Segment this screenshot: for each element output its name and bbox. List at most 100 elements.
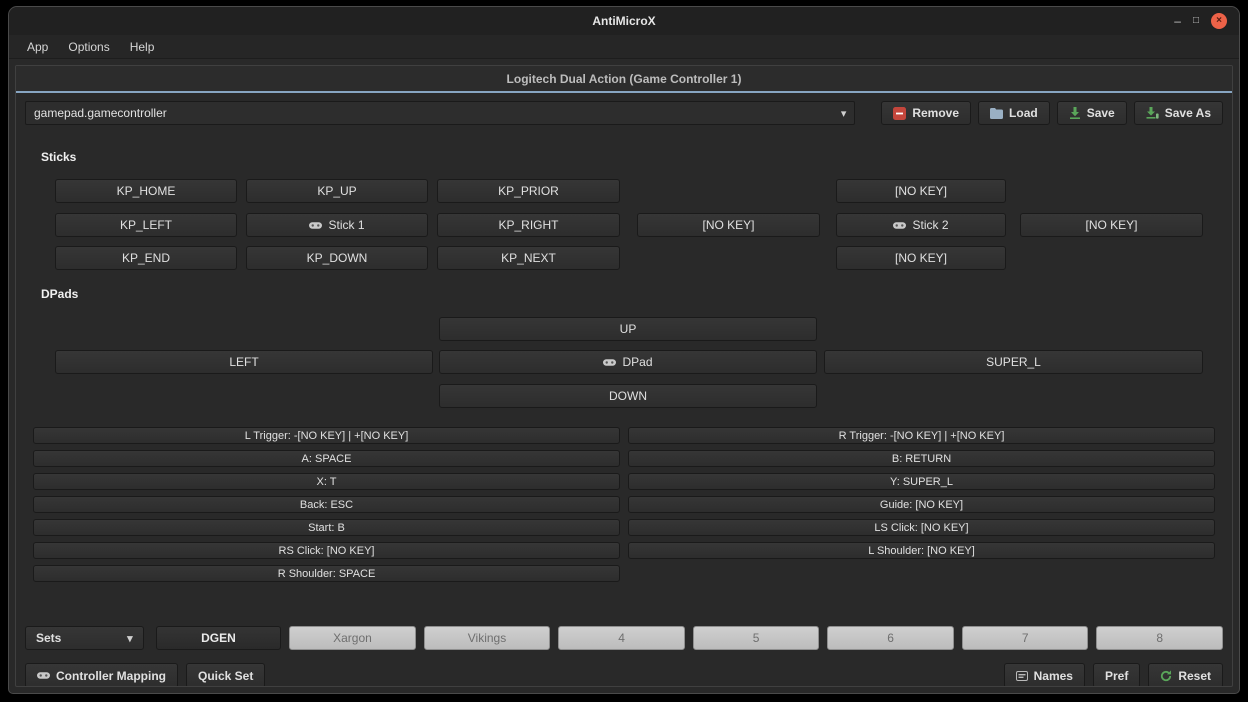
stick2-down-button[interactable]: [NO KEY] bbox=[836, 246, 1006, 270]
l-trigger-button[interactable]: L Trigger: -[NO KEY] | +[NO KEY] bbox=[33, 427, 620, 444]
footer-row: Controller Mapping Quick Set Names Pref … bbox=[25, 663, 1223, 687]
gamepad-icon bbox=[309, 221, 322, 230]
names-label: Names bbox=[1034, 669, 1073, 683]
save-as-button[interactable]: Save As bbox=[1134, 101, 1223, 125]
mapping-column-right: R Trigger: -[NO KEY] | +[NO KEY] B: RETU… bbox=[628, 427, 1215, 588]
l-shoulder-button[interactable]: L Shoulder: [NO KEY] bbox=[628, 542, 1215, 559]
dpad-right-button[interactable]: SUPER_L bbox=[824, 350, 1203, 374]
sticks-heading: Sticks bbox=[41, 150, 1232, 164]
chevron-down-icon: ▾ bbox=[841, 107, 847, 120]
menu-help[interactable]: Help bbox=[120, 35, 165, 58]
menu-options[interactable]: Options bbox=[58, 35, 119, 58]
remove-button[interactable]: Remove bbox=[881, 101, 971, 125]
profile-row: gamepad.gamecontroller ▾ Remove Load Sav… bbox=[25, 101, 1223, 125]
stick2-center-button[interactable]: Stick 2 bbox=[836, 213, 1006, 237]
save-as-label: Save As bbox=[1165, 106, 1211, 120]
controller-mapping-button[interactable]: Controller Mapping bbox=[25, 663, 178, 687]
reset-icon bbox=[1160, 670, 1172, 682]
y-button[interactable]: Y: SUPER_L bbox=[628, 473, 1215, 490]
rs-click-button[interactable]: RS Click: [NO KEY] bbox=[33, 542, 620, 559]
set-tab-8[interactable]: 8 bbox=[1096, 626, 1223, 650]
a-button[interactable]: A: SPACE bbox=[33, 450, 620, 467]
menu-app[interactable]: App bbox=[17, 35, 58, 58]
controller-frame: Logitech Dual Action (Game Controller 1)… bbox=[15, 65, 1233, 687]
stick1-left-button[interactable]: KP_LEFT bbox=[55, 213, 237, 237]
profile-toolbar: Remove Load Save Save As bbox=[881, 101, 1223, 125]
dpad-up-button[interactable]: UP bbox=[439, 317, 817, 341]
stick1-center-button[interactable]: Stick 1 bbox=[246, 213, 428, 237]
save-label: Save bbox=[1087, 106, 1115, 120]
button-mapping-list: L Trigger: -[NO KEY] | +[NO KEY] A: SPAC… bbox=[33, 427, 1215, 588]
remove-icon bbox=[893, 107, 906, 120]
r-shoulder-button[interactable]: R Shoulder: SPACE bbox=[33, 565, 620, 582]
names-button[interactable]: Names bbox=[1004, 663, 1085, 687]
save-button[interactable]: Save bbox=[1057, 101, 1127, 125]
folder-icon bbox=[990, 108, 1003, 119]
stick1-right-button[interactable]: KP_RIGHT bbox=[437, 213, 620, 237]
stick1-up-button[interactable]: KP_UP bbox=[246, 179, 428, 203]
dpad-center-button[interactable]: DPad bbox=[439, 350, 817, 374]
remove-label: Remove bbox=[912, 106, 959, 120]
sets-dropdown[interactable]: Sets ▾ bbox=[25, 626, 144, 650]
close-button[interactable]: × bbox=[1211, 13, 1227, 29]
gamepad-icon bbox=[603, 358, 616, 367]
x-button[interactable]: X: T bbox=[33, 473, 620, 490]
save-as-icon bbox=[1146, 107, 1159, 119]
set-tab-6[interactable]: 6 bbox=[827, 626, 954, 650]
ls-click-button[interactable]: LS Click: [NO KEY] bbox=[628, 519, 1215, 536]
b-button[interactable]: B: RETURN bbox=[628, 450, 1215, 467]
load-button[interactable]: Load bbox=[978, 101, 1050, 125]
set-tab-5[interactable]: 5 bbox=[693, 626, 820, 650]
save-icon bbox=[1069, 107, 1081, 119]
controller-mapping-label: Controller Mapping bbox=[56, 669, 166, 683]
window-controls: – □ × bbox=[1174, 13, 1227, 29]
dpads-heading: DPads bbox=[41, 287, 1232, 301]
stick1-down-button[interactable]: KP_DOWN bbox=[246, 246, 428, 270]
stick1-up-right-button[interactable]: KP_PRIOR bbox=[437, 179, 620, 203]
reset-button[interactable]: Reset bbox=[1148, 663, 1223, 687]
load-label: Load bbox=[1009, 106, 1038, 120]
sticks-area: KP_HOME KP_UP KP_PRIOR [NO KEY] KP_LEFT … bbox=[16, 179, 1232, 270]
titlebar[interactable]: AntiMicroX – □ × bbox=[9, 7, 1239, 35]
dpad-left-button[interactable]: LEFT bbox=[55, 350, 433, 374]
minimize-button[interactable]: – bbox=[1174, 13, 1181, 29]
stick2-label: Stick 2 bbox=[912, 218, 948, 232]
sets-row: Sets ▾ DGEN Xargon Vikings 4 5 6 7 8 bbox=[25, 626, 1223, 650]
stick1-label: Stick 1 bbox=[328, 218, 364, 232]
stick2-up-button[interactable]: [NO KEY] bbox=[836, 179, 1006, 203]
reset-label: Reset bbox=[1178, 669, 1211, 683]
start-button[interactable]: Start: B bbox=[33, 519, 620, 536]
menubar: App Options Help bbox=[9, 35, 1239, 59]
gamepad-icon bbox=[37, 671, 50, 680]
profile-combobox[interactable]: gamepad.gamecontroller ▾ bbox=[25, 101, 855, 125]
app-window: AntiMicroX – □ × App Options Help Logite… bbox=[8, 6, 1240, 694]
window-title: AntiMicroX bbox=[9, 14, 1239, 28]
r-trigger-button[interactable]: R Trigger: -[NO KEY] | +[NO KEY] bbox=[628, 427, 1215, 444]
gamepad-icon bbox=[893, 221, 906, 230]
sets-dropdown-label: Sets bbox=[36, 631, 61, 645]
stick1-up-left-button[interactable]: KP_HOME bbox=[55, 179, 237, 203]
set-tab-4[interactable]: 4 bbox=[558, 626, 685, 650]
stick2-right-button[interactable]: [NO KEY] bbox=[1020, 213, 1203, 237]
tab-controller[interactable]: Logitech Dual Action (Game Controller 1) bbox=[16, 66, 1232, 93]
middle-nokey-button[interactable]: [NO KEY] bbox=[637, 213, 820, 237]
mapping-column-left: L Trigger: -[NO KEY] | +[NO KEY] A: SPAC… bbox=[33, 427, 620, 588]
stick1-down-right-button[interactable]: KP_NEXT bbox=[437, 246, 620, 270]
stick1-down-left-button[interactable]: KP_END bbox=[55, 246, 237, 270]
guide-button[interactable]: Guide: [NO KEY] bbox=[628, 496, 1215, 513]
dpad-area: UP LEFT DPad SUPER_L DOWN bbox=[16, 317, 1232, 408]
profile-value: gamepad.gamecontroller bbox=[34, 106, 167, 120]
back-button[interactable]: Back: ESC bbox=[33, 496, 620, 513]
quick-set-button[interactable]: Quick Set bbox=[186, 663, 265, 687]
main-content: gamepad.gamecontroller ▾ Remove Load Sav… bbox=[16, 93, 1232, 687]
set-tab-dgen[interactable]: DGEN bbox=[156, 626, 282, 650]
pref-button[interactable]: Pref bbox=[1093, 663, 1140, 687]
footer-left: Controller Mapping Quick Set bbox=[25, 663, 265, 687]
footer-right: Names Pref Reset bbox=[1004, 663, 1223, 687]
chevron-down-icon: ▾ bbox=[127, 632, 133, 645]
set-tab-vikings[interactable]: Vikings bbox=[424, 626, 551, 650]
set-tab-xargon[interactable]: Xargon bbox=[289, 626, 416, 650]
dpad-down-button[interactable]: DOWN bbox=[439, 384, 817, 408]
maximize-button[interactable]: □ bbox=[1193, 13, 1199, 29]
set-tab-7[interactable]: 7 bbox=[962, 626, 1089, 650]
